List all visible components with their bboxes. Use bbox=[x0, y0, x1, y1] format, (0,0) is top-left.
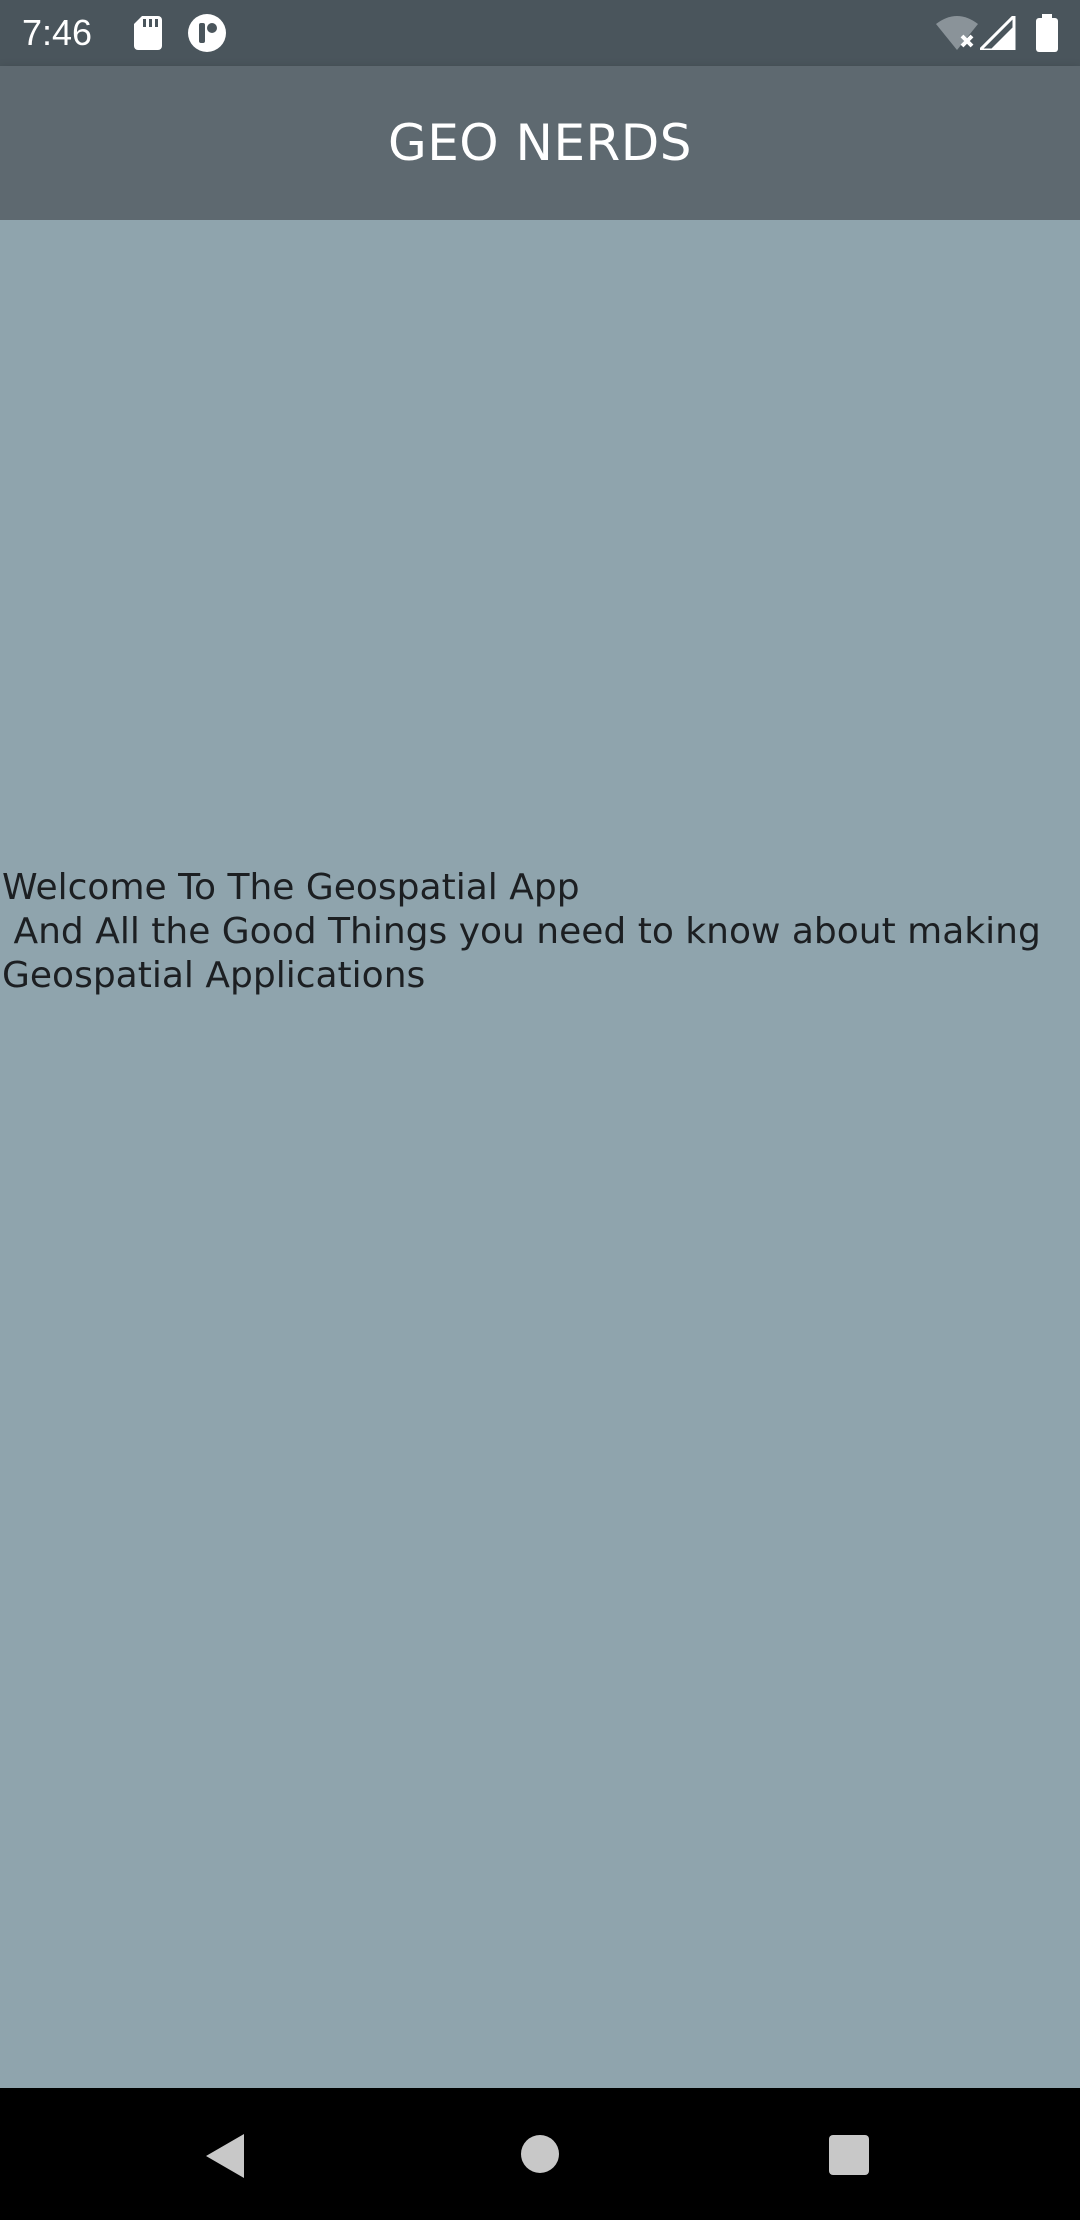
wifi-off-icon bbox=[936, 16, 978, 50]
welcome-text: Welcome To The Geospatial App And All th… bbox=[2, 867, 1041, 996]
recents-icon[interactable] bbox=[828, 2134, 870, 2176]
app-title: GEO NERDS bbox=[387, 114, 693, 172]
cell-signal-icon bbox=[980, 16, 1016, 50]
back-icon[interactable] bbox=[202, 2132, 246, 2180]
battery-icon bbox=[1036, 14, 1058, 52]
status-time: 7:46 bbox=[22, 12, 93, 53]
navigation-bar bbox=[0, 2088, 1080, 2220]
main-content bbox=[0, 220, 1080, 2088]
app-bar: GEO NERDS bbox=[0, 66, 1080, 220]
sd-card-icon bbox=[134, 16, 162, 50]
status-bar: 7:46 bbox=[0, 0, 1080, 66]
home-icon[interactable] bbox=[520, 2134, 560, 2174]
app-notification-icon bbox=[188, 14, 226, 52]
